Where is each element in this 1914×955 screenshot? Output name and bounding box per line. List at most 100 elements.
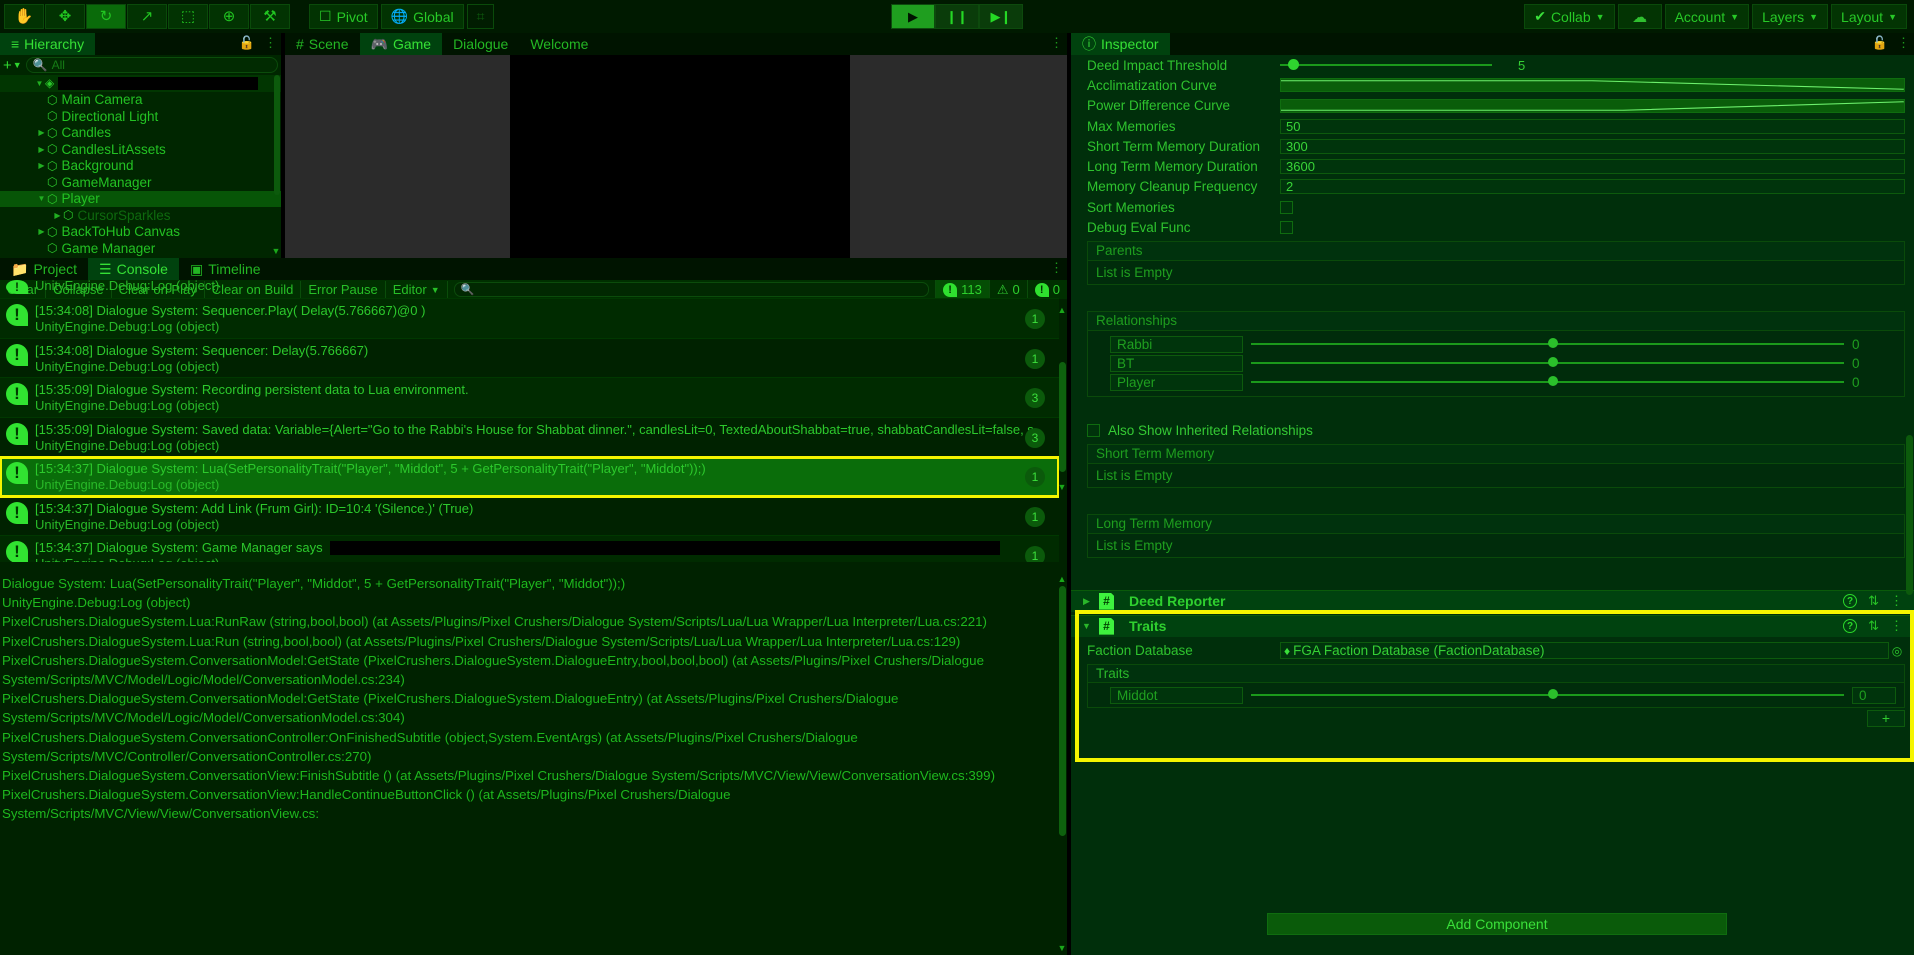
pivot-toggle-button[interactable]: ☐ Pivot xyxy=(309,4,378,29)
hierarchy-scrollbar[interactable] xyxy=(273,75,281,244)
component-traits[interactable]: ▼ # Traits ? ⇅ ⋮ xyxy=(1071,614,1914,637)
account-button[interactable]: Account ▼ xyxy=(1664,4,1750,29)
hierarchy-item[interactable]: ▶⬡Main Camera xyxy=(0,92,281,109)
inherited-relationships-checkbox[interactable] xyxy=(1087,423,1100,437)
add-component-button[interactable]: Add Component xyxy=(1267,913,1727,935)
hierarchy-item[interactable]: ▶⬡Directional Light xyxy=(0,108,281,125)
chevron-down-icon[interactable]: ▼ xyxy=(34,79,45,88)
kebab-menu-icon[interactable]: ⋮ xyxy=(1890,593,1903,609)
custom-tool-button[interactable]: ⚒ xyxy=(250,4,290,29)
stack-scroll-down-arrow[interactable]: ▼ xyxy=(1057,943,1067,953)
property-value[interactable]: 5 xyxy=(1514,58,1525,73)
chevron-right-icon[interactable]: ▶ xyxy=(36,128,47,137)
grid-snap-button[interactable]: ⌗ xyxy=(466,4,495,29)
kebab-menu-icon[interactable]: ⋮ xyxy=(1890,618,1903,634)
hierarchy-item[interactable]: ▼ ⬡ Player xyxy=(0,190,281,207)
relationship-name-input[interactable]: Player xyxy=(1110,373,1243,391)
kebab-menu-icon[interactable]: ⋮ xyxy=(264,35,277,51)
lock-icon[interactable]: 🔓 xyxy=(1872,35,1888,51)
relationship-name-input[interactable]: BT xyxy=(1110,354,1243,372)
help-icon[interactable]: ? xyxy=(1843,619,1858,634)
trait-name-input[interactable]: Middot xyxy=(1110,686,1243,704)
layers-button[interactable]: Layers ▼ xyxy=(1752,4,1829,29)
hierarchy-search-input[interactable]: 🔍 All xyxy=(25,57,278,73)
rotate-tool-button[interactable]: ↻ xyxy=(86,4,126,29)
tab-hierarchy[interactable]: ≡ Hierarchy xyxy=(0,33,96,55)
console-log-entry[interactable]: ! [15:35:09] Dialogue System: Recording p… xyxy=(0,378,1059,418)
relationship-value[interactable]: 0 xyxy=(1852,375,1896,390)
hierarchy-item[interactable]: ▶ ⬡ Background xyxy=(0,158,281,175)
chevron-down-icon[interactable]: ▼ xyxy=(1081,621,1092,631)
console-log-entry[interactable]: ! [15:34:37] Dialogue System: Add Link (F… xyxy=(0,497,1059,536)
console-log-entry[interactable]: ! [15:35:09] Dialogue System: Saved data:… xyxy=(0,418,1059,457)
chevron-right-icon[interactable]: ▶ xyxy=(52,211,63,220)
move-tool-button[interactable]: ✥ xyxy=(45,4,85,29)
relationships-section-header[interactable]: Relationships xyxy=(1087,310,1905,331)
relationship-slider-track[interactable] xyxy=(1251,376,1844,387)
console-log-entry[interactable]: ! [15:34:08] Dialogue System: Sequencer.P… xyxy=(0,299,1059,339)
hierarchy-scroll-thumb[interactable] xyxy=(274,75,280,195)
short-term-memory-header[interactable]: Short Term Memory xyxy=(1087,443,1905,464)
property-text-input[interactable]: 3600 xyxy=(1280,159,1905,175)
inspector-scroll-thumb[interactable] xyxy=(1906,435,1913,595)
collab-button[interactable]: ✔ Collab ▼ xyxy=(1524,4,1615,29)
component-deed-reporter[interactable]: ▶ # Deed Reporter ? ⇅ ⋮ xyxy=(1071,589,1914,612)
chevron-right-icon[interactable]: ▶ xyxy=(36,161,47,170)
tab-inspector[interactable]: ⓘ Inspector xyxy=(1071,33,1170,55)
relationship-slider-knob[interactable] xyxy=(1547,376,1558,387)
lock-icon[interactable]: 🔓 xyxy=(239,35,255,51)
property-text-input[interactable]: 300 xyxy=(1280,138,1905,154)
property-checkbox[interactable] xyxy=(1280,200,1293,214)
console-log-entry[interactable]: ! [15:34:37] Dialogue System: Lua(SetPers… xyxy=(0,456,1059,498)
relationship-slider-track[interactable] xyxy=(1251,357,1844,368)
trait-slider-track[interactable] xyxy=(1251,689,1844,700)
hand-tool-button[interactable]: ✋ xyxy=(4,4,44,29)
play-button[interactable]: ▶ xyxy=(891,4,935,29)
console-log-entry[interactable]: ! [15:34:37] Dialogue System: Game Manage… xyxy=(0,536,1059,562)
layout-button[interactable]: Layout ▼ xyxy=(1831,4,1907,29)
stack-scroll-thumb[interactable] xyxy=(1059,586,1066,836)
step-button[interactable]: ▶❙ xyxy=(979,4,1023,29)
add-gameobject-button[interactable]: + ▼ xyxy=(3,57,22,74)
chevron-down-icon[interactable]: ▼ xyxy=(36,194,47,203)
preset-icon[interactable]: ⇅ xyxy=(1868,593,1879,609)
hierarchy-item[interactable]: ▶⬡GameManager xyxy=(0,174,281,191)
hierarchy-scroll-down-arrow[interactable]: ▼ xyxy=(271,246,281,256)
hierarchy-item[interactable]: ▶ ⬡ CursorSparkles xyxy=(0,207,281,224)
relationship-slider-knob[interactable] xyxy=(1547,338,1558,349)
traits-list-header[interactable]: Traits xyxy=(1087,663,1905,683)
chevron-right-icon[interactable]: ▶ xyxy=(36,145,47,154)
relationship-slider-track[interactable] xyxy=(1251,338,1844,349)
stack-scroll-up-arrow[interactable]: ▲ xyxy=(1057,574,1067,584)
tab-game[interactable]: 🎮 Game xyxy=(359,33,443,55)
relationship-value[interactable]: 0 xyxy=(1852,356,1896,371)
game-render-canvas[interactable] xyxy=(285,55,1067,258)
kebab-menu-icon[interactable]: ⋮ xyxy=(1897,35,1910,51)
kebab-menu-icon[interactable]: ⋮ xyxy=(1050,35,1063,51)
add-trait-button[interactable]: + xyxy=(1867,709,1905,727)
tab-dialogue[interactable]: Dialogue xyxy=(442,33,519,55)
trait-slider-knob[interactable] xyxy=(1547,689,1558,700)
console-stacktrace-pane[interactable]: Dialogue System: Lua(SetPersonalityTrait… xyxy=(0,572,1059,955)
cloud-button[interactable]: ☁ xyxy=(1617,4,1662,29)
global-toggle-button[interactable]: 🌐 Global xyxy=(380,4,464,29)
preset-icon[interactable]: ⇅ xyxy=(1868,618,1879,634)
tab-welcome[interactable]: Welcome xyxy=(519,33,599,55)
property-checkbox[interactable] xyxy=(1280,221,1293,235)
inherited-relationships-row[interactable]: Also Show Inherited Relationships xyxy=(1071,417,1914,441)
long-term-memory-header[interactable]: Long Term Memory xyxy=(1087,513,1905,534)
scale-tool-button[interactable]: ↗ xyxy=(127,4,167,29)
console-log-scrollbar[interactable]: ▲ ▼ xyxy=(1057,277,1067,562)
relationship-name-input[interactable]: Rabbi xyxy=(1110,335,1243,353)
parents-section-header[interactable]: Parents xyxy=(1087,240,1905,261)
faction-database-object-field[interactable]: ♦ FGA Faction Database (FactionDatabase) xyxy=(1280,642,1889,660)
trait-value-input[interactable]: 0 xyxy=(1852,686,1896,704)
log-scroll-thumb[interactable] xyxy=(1059,362,1066,472)
property-slider-track[interactable] xyxy=(1280,59,1492,71)
transform-tool-button[interactable]: ⊕ xyxy=(209,4,249,29)
help-icon[interactable]: ? xyxy=(1843,594,1858,609)
pause-button[interactable]: ❙❙ xyxy=(935,4,979,29)
kebab-menu-icon[interactable]: ⋮ xyxy=(1050,260,1063,276)
stacktrace-scrollbar[interactable]: ▲ ▼ xyxy=(1057,572,1067,955)
property-text-input[interactable]: 2 xyxy=(1280,179,1905,195)
